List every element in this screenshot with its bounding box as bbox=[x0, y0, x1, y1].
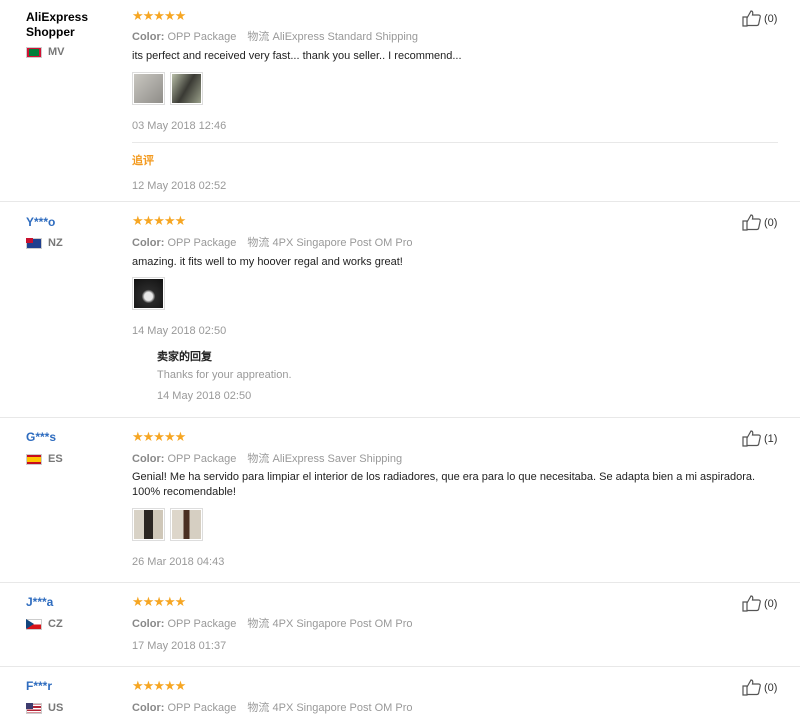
country-code: US bbox=[48, 702, 64, 714]
reviewer-name[interactable]: Y***o bbox=[26, 215, 55, 230]
review-photo-thumbnail[interactable] bbox=[132, 277, 165, 310]
color-label: Color: bbox=[132, 237, 165, 249]
like-count: (1) bbox=[764, 432, 778, 445]
shipping-label: 物流 bbox=[247, 31, 270, 43]
review-meta: Color: OPP Package 物流 AliExpress Saver S… bbox=[132, 450, 402, 466]
review-text: amazing. it fits well to my hoover regal… bbox=[132, 256, 403, 268]
review-separator bbox=[0, 417, 800, 418]
review-photo-thumbnail[interactable] bbox=[170, 72, 203, 105]
review-date: 26 Mar 2018 04:43 bbox=[132, 556, 225, 568]
review-date: 03 May 2018 12:46 bbox=[132, 120, 227, 132]
like-button[interactable]: (0) bbox=[742, 10, 777, 27]
flag-mv-icon bbox=[26, 46, 42, 58]
color-label: Color: bbox=[132, 618, 165, 630]
review-photo-thumbnail[interactable] bbox=[170, 508, 203, 541]
review-photo-thumbnail[interactable] bbox=[132, 508, 165, 541]
flag-cz-icon bbox=[26, 618, 42, 630]
review-separator bbox=[0, 666, 800, 667]
color-value: OPP Package bbox=[167, 618, 237, 630]
country-code: CZ bbox=[48, 618, 63, 630]
color-value: OPP Package bbox=[167, 453, 237, 465]
reviewer-name[interactable]: G***s bbox=[26, 430, 56, 445]
seller-reply-text: Thanks for your appreation. bbox=[157, 369, 292, 381]
review-photos bbox=[132, 277, 165, 310]
shipping-value: AliExpress Standard Shipping bbox=[272, 31, 419, 43]
reviewer-country: CZ bbox=[26, 618, 63, 630]
shipping-label: 物流 bbox=[247, 702, 270, 714]
like-button[interactable]: (1) bbox=[742, 430, 777, 447]
reviewer-country: MV bbox=[26, 46, 65, 58]
color-label: Color: bbox=[132, 31, 165, 43]
shipping-label: 物流 bbox=[247, 453, 270, 465]
review-photo-thumbnail[interactable] bbox=[132, 72, 165, 105]
flag-es-icon bbox=[26, 453, 42, 465]
rating-stars: ★★★★★ bbox=[132, 429, 186, 444]
review-text: its perfect and received very fast... th… bbox=[132, 50, 462, 62]
review-photos bbox=[132, 508, 203, 541]
reviewer-name[interactable]: F***r bbox=[26, 679, 52, 694]
review-date: 14 May 2018 02:50 bbox=[132, 325, 227, 337]
followup-date: 12 May 2018 02:52 bbox=[132, 180, 227, 192]
thumbs-up-icon bbox=[742, 595, 761, 612]
rating-stars: ★★★★★ bbox=[132, 8, 186, 23]
shipping-value: 4PX Singapore Post OM Pro bbox=[272, 702, 413, 714]
review-separator bbox=[0, 582, 800, 583]
thumbs-up-icon bbox=[742, 430, 761, 447]
review-meta: Color: OPP Package 物流 AliExpress Standar… bbox=[132, 28, 418, 44]
like-count: (0) bbox=[764, 12, 778, 25]
color-value: OPP Package bbox=[167, 702, 237, 714]
rating-stars: ★★★★★ bbox=[132, 678, 186, 693]
color-label: Color: bbox=[132, 702, 165, 714]
reviewer-name[interactable]: AliExpress Shopper bbox=[26, 10, 116, 40]
thumbs-up-icon bbox=[742, 214, 761, 231]
like-button[interactable]: (0) bbox=[742, 214, 777, 231]
seller-reply-date: 14 May 2018 02:50 bbox=[157, 390, 252, 402]
country-code: NZ bbox=[48, 237, 63, 249]
shipping-value: 4PX Singapore Post OM Pro bbox=[272, 618, 413, 630]
reviewer-country: US bbox=[26, 702, 63, 714]
shipping-value: 4PX Singapore Post OM Pro bbox=[272, 237, 413, 249]
like-count: (0) bbox=[764, 216, 778, 229]
color-label: Color: bbox=[132, 453, 165, 465]
thumbs-up-icon bbox=[742, 10, 761, 27]
review-separator bbox=[0, 201, 800, 202]
color-value: OPP Package bbox=[167, 31, 237, 43]
review-meta: Color: OPP Package 物流 4PX Singapore Post… bbox=[132, 699, 413, 715]
flag-us-icon bbox=[26, 702, 42, 714]
reviewer-country: NZ bbox=[26, 237, 63, 249]
like-button[interactable]: (0) bbox=[742, 679, 777, 696]
shipping-label: 物流 bbox=[247, 237, 270, 249]
like-button[interactable]: (0) bbox=[742, 595, 777, 612]
divider bbox=[132, 142, 778, 143]
country-code: MV bbox=[48, 46, 65, 58]
review-meta: Color: OPP Package 物流 4PX Singapore Post… bbox=[132, 615, 413, 631]
like-count: (0) bbox=[764, 681, 778, 694]
shipping-label: 物流 bbox=[247, 618, 270, 630]
review-meta: Color: OPP Package 物流 4PX Singapore Post… bbox=[132, 234, 413, 250]
flag-nz-icon bbox=[26, 237, 42, 249]
seller-reply-title: 卖家的回复 bbox=[157, 351, 212, 363]
followup-label: 追评 bbox=[132, 155, 154, 167]
country-code: ES bbox=[48, 453, 63, 465]
color-value: OPP Package bbox=[167, 237, 237, 249]
reviewer-country: ES bbox=[26, 453, 63, 465]
rating-stars: ★★★★★ bbox=[132, 594, 186, 609]
review-date: 17 May 2018 01:37 bbox=[132, 640, 227, 652]
rating-stars: ★★★★★ bbox=[132, 213, 186, 228]
review-photos bbox=[132, 72, 203, 105]
review-text: Genial! Me ha servido para limpiar el in… bbox=[132, 471, 756, 498]
reviewer-name[interactable]: J***a bbox=[26, 595, 53, 610]
shipping-value: AliExpress Saver Shipping bbox=[272, 453, 403, 465]
like-count: (0) bbox=[764, 597, 778, 610]
thumbs-up-icon bbox=[742, 679, 761, 696]
